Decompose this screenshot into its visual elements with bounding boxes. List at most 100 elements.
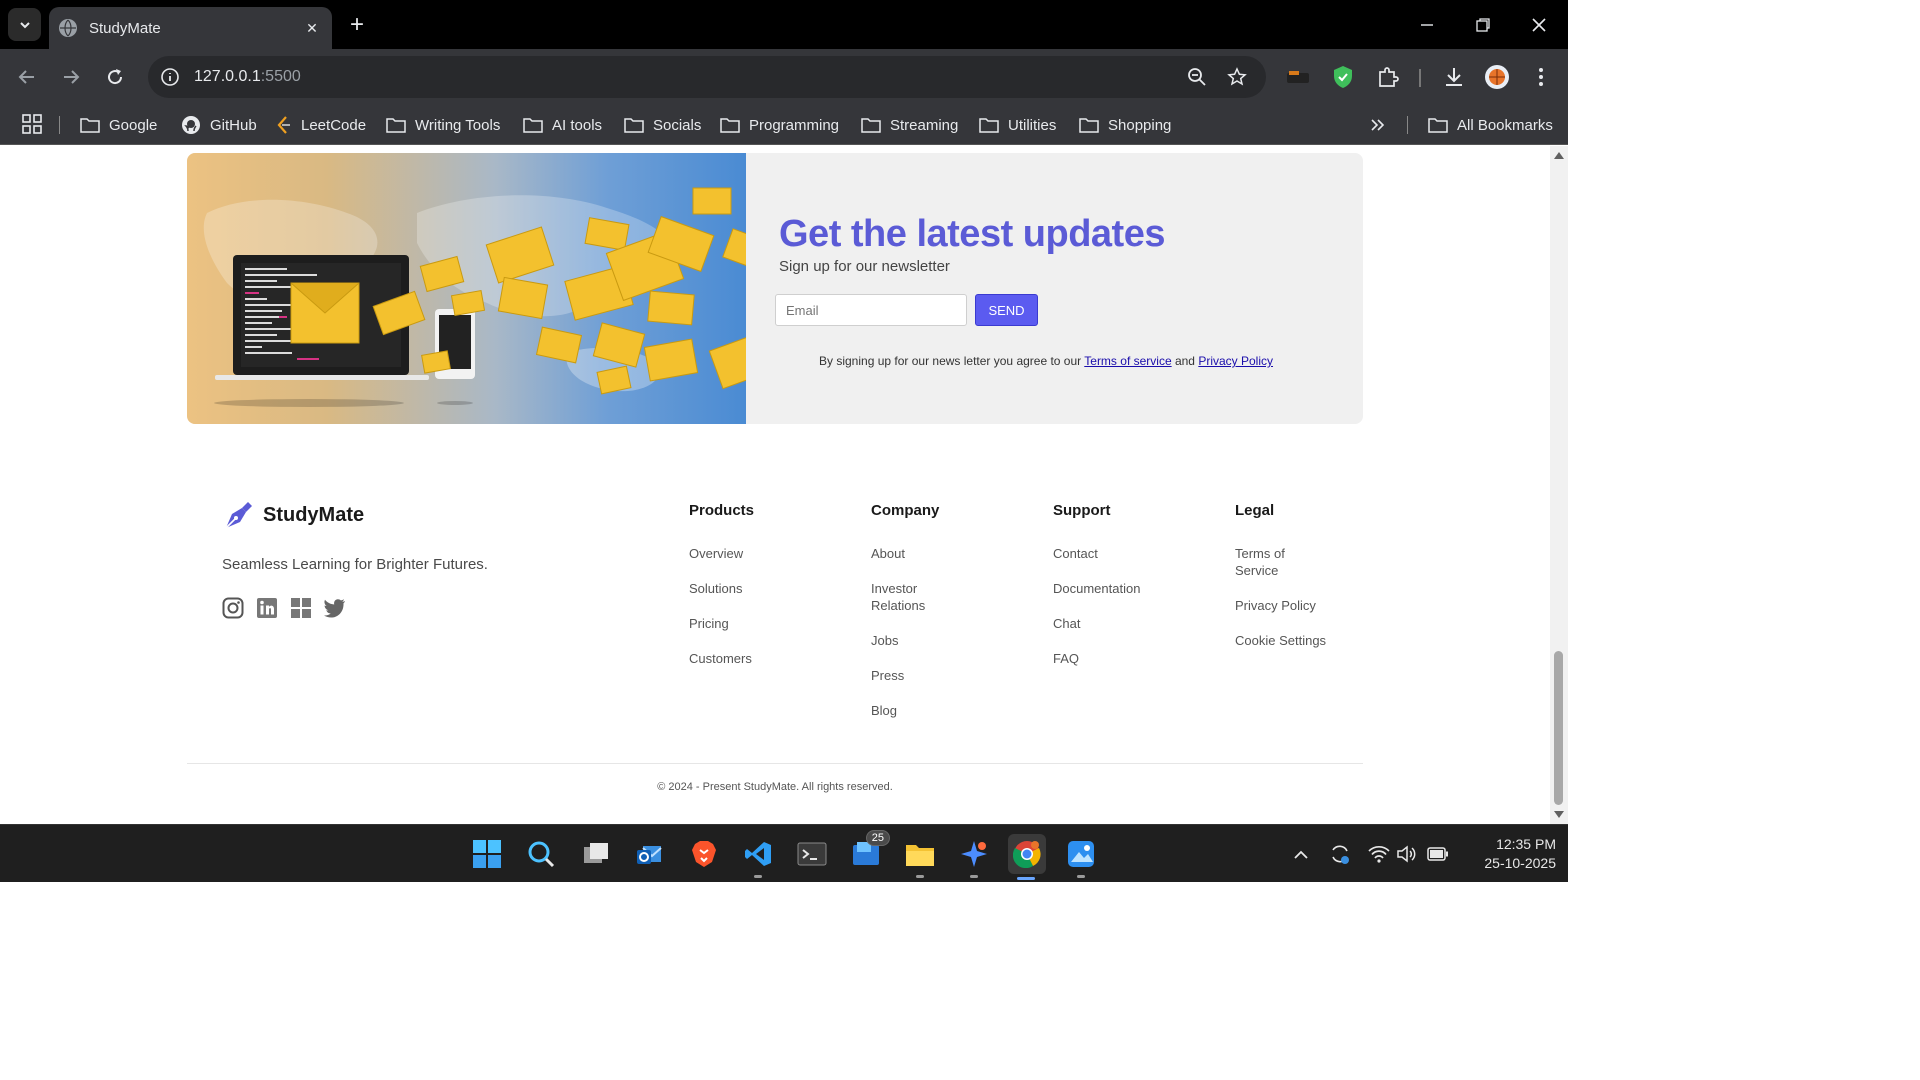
tab-search-button[interactable] [8, 8, 41, 41]
footer-link-overview[interactable]: Overview [689, 545, 829, 562]
footer-link-investor-relations[interactable]: Investor Relations [871, 580, 971, 614]
terms-of-service-link[interactable]: Terms of service [1084, 354, 1171, 368]
bookmark-ai-tools[interactable]: AI tools [523, 112, 602, 138]
all-bookmarks-label: All Bookmarks [1457, 116, 1553, 134]
scrollbar-thumb[interactable] [1554, 651, 1563, 805]
bookmark-utilities[interactable]: Utilities [979, 112, 1056, 138]
avatar[interactable] [1483, 63, 1511, 91]
site-info-icon[interactable] [158, 65, 182, 89]
footer-link-faq[interactable]: FAQ [1053, 650, 1193, 667]
speaker-icon [1397, 845, 1416, 863]
more-bookmarks-button[interactable] [1370, 112, 1395, 138]
footer-brand[interactable]: StudyMate [222, 500, 364, 530]
zoom-icon[interactable] [1185, 65, 1209, 89]
wifi-status[interactable] [1367, 842, 1391, 866]
footer-link-pricing[interactable]: Pricing [689, 615, 829, 632]
outlook-app[interactable] [632, 836, 668, 872]
shield-icon[interactable] [1329, 63, 1357, 91]
search-button[interactable] [523, 836, 559, 872]
bookmark-label: Socials [653, 116, 702, 134]
bookmark-programming[interactable]: Programming [720, 112, 839, 138]
footer-link-chat[interactable]: Chat [1053, 615, 1193, 632]
close-tab-icon[interactable]: ✕ [302, 20, 322, 37]
privacy-policy-link[interactable]: Privacy Policy [1198, 354, 1273, 368]
file-explorer-app[interactable] [902, 836, 938, 878]
clock-time: 12:35 PM [1496, 836, 1556, 852]
bookmark-separator [1407, 116, 1408, 134]
footer-link-blog[interactable]: Blog [871, 702, 971, 719]
windows-icon[interactable] [290, 597, 312, 619]
scroll-up-arrow-icon[interactable] [1554, 152, 1564, 159]
puzzle-icon[interactable] [1374, 63, 1402, 91]
bookmark-writing-tools[interactable]: Writing Tools [386, 112, 500, 138]
url-text: 127.0.0.1:5500 [194, 68, 301, 86]
chrome-app[interactable] [1008, 834, 1046, 880]
terminal-app[interactable] [794, 836, 830, 872]
windows-taskbar: 25 12:35 PM 25-10-2025 [0, 824, 1568, 882]
browser-tab[interactable]: StudyMate ✕ [49, 7, 332, 49]
close-window-button[interactable] [1524, 10, 1554, 40]
show-hidden-icons-button[interactable] [1289, 842, 1313, 866]
bookmark-streaming[interactable]: Streaming [861, 112, 958, 138]
page-scrollbar[interactable] [1550, 146, 1568, 824]
start-button[interactable] [469, 836, 505, 872]
bookmark-google[interactable]: Google [80, 112, 157, 138]
bookmark-label: Writing Tools [415, 116, 501, 134]
bookmark-socials[interactable]: Socials [624, 112, 701, 138]
folder-icon [1079, 118, 1099, 133]
download-icon[interactable] [1440, 63, 1468, 91]
footer-link-customers[interactable]: Customers [689, 650, 829, 667]
bookmark-label: LeetCode [301, 116, 367, 134]
social-links [222, 597, 358, 619]
sync-status[interactable] [1328, 842, 1352, 866]
footer-link-about[interactable]: About [871, 545, 971, 562]
address-bar[interactable]: 127.0.0.1:5500 [148, 56, 1266, 98]
brave-lion-icon [692, 841, 716, 867]
bookmark-shopping[interactable]: Shopping [1079, 112, 1171, 138]
footer-link-contact[interactable]: Contact [1053, 545, 1193, 562]
instagram-icon[interactable] [222, 597, 244, 619]
footer-link-press[interactable]: Press [871, 667, 971, 684]
star-icon[interactable] [1225, 65, 1249, 89]
bookmark-github[interactable]: GitHub [181, 112, 257, 138]
minimize-button[interactable] [1412, 10, 1442, 40]
restore-button[interactable] [1468, 10, 1498, 40]
chevron-up-icon [1294, 850, 1308, 859]
mail-app[interactable]: 25 [848, 830, 890, 872]
footer-link-jobs[interactable]: Jobs [871, 632, 971, 649]
forward-button[interactable] [56, 62, 86, 92]
footer-link-solutions[interactable]: Solutions [689, 580, 829, 597]
footer-column-support: Support Contact Documentation Chat FAQ [1053, 502, 1193, 685]
brave-browser-app[interactable] [686, 836, 722, 872]
bookmark-label: Shopping [1108, 116, 1172, 134]
folder-icon [861, 118, 881, 133]
bookmark-label: Programming [749, 116, 840, 134]
apps-grid-icon[interactable] [22, 114, 42, 134]
battery-status[interactable] [1426, 842, 1450, 866]
new-tab-button[interactable]: + [344, 12, 370, 38]
photos-app[interactable] [1063, 836, 1099, 878]
email-field[interactable] [775, 294, 967, 326]
twitter-icon[interactable] [324, 597, 346, 619]
vscode-app[interactable] [740, 836, 776, 878]
column-title: Legal [1235, 502, 1275, 519]
send-button[interactable]: SEND [975, 294, 1038, 326]
system-clock[interactable]: 12:35 PM 25-10-2025 [1456, 835, 1556, 873]
footer-link-documentation[interactable]: Documentation [1053, 580, 1193, 597]
spark-app[interactable] [956, 836, 992, 878]
footer-link-privacy-policy[interactable]: Privacy Policy [1235, 597, 1345, 614]
legal-prefix: By signing up for our news letter you ag… [819, 354, 1085, 368]
newsletter-section: Get the latest updates Sign up for our n… [187, 153, 1363, 424]
volume-control[interactable] [1395, 842, 1419, 866]
extension-icon[interactable] [1284, 63, 1312, 91]
all-bookmarks-button[interactable]: All Bookmarks [1428, 112, 1553, 138]
bookmark-leetcode[interactable]: LeetCode [276, 112, 366, 138]
task-view-button[interactable] [578, 836, 614, 872]
footer-link-terms-of-service[interactable]: Terms of Service [1235, 545, 1315, 579]
scroll-down-arrow-icon[interactable] [1554, 811, 1564, 818]
footer-link-cookie-settings[interactable]: Cookie Settings [1235, 632, 1345, 649]
reload-button[interactable] [100, 62, 130, 92]
linkedin-icon[interactable] [256, 597, 278, 619]
back-button[interactable] [12, 62, 42, 92]
menu-dots-icon[interactable] [1527, 63, 1555, 91]
